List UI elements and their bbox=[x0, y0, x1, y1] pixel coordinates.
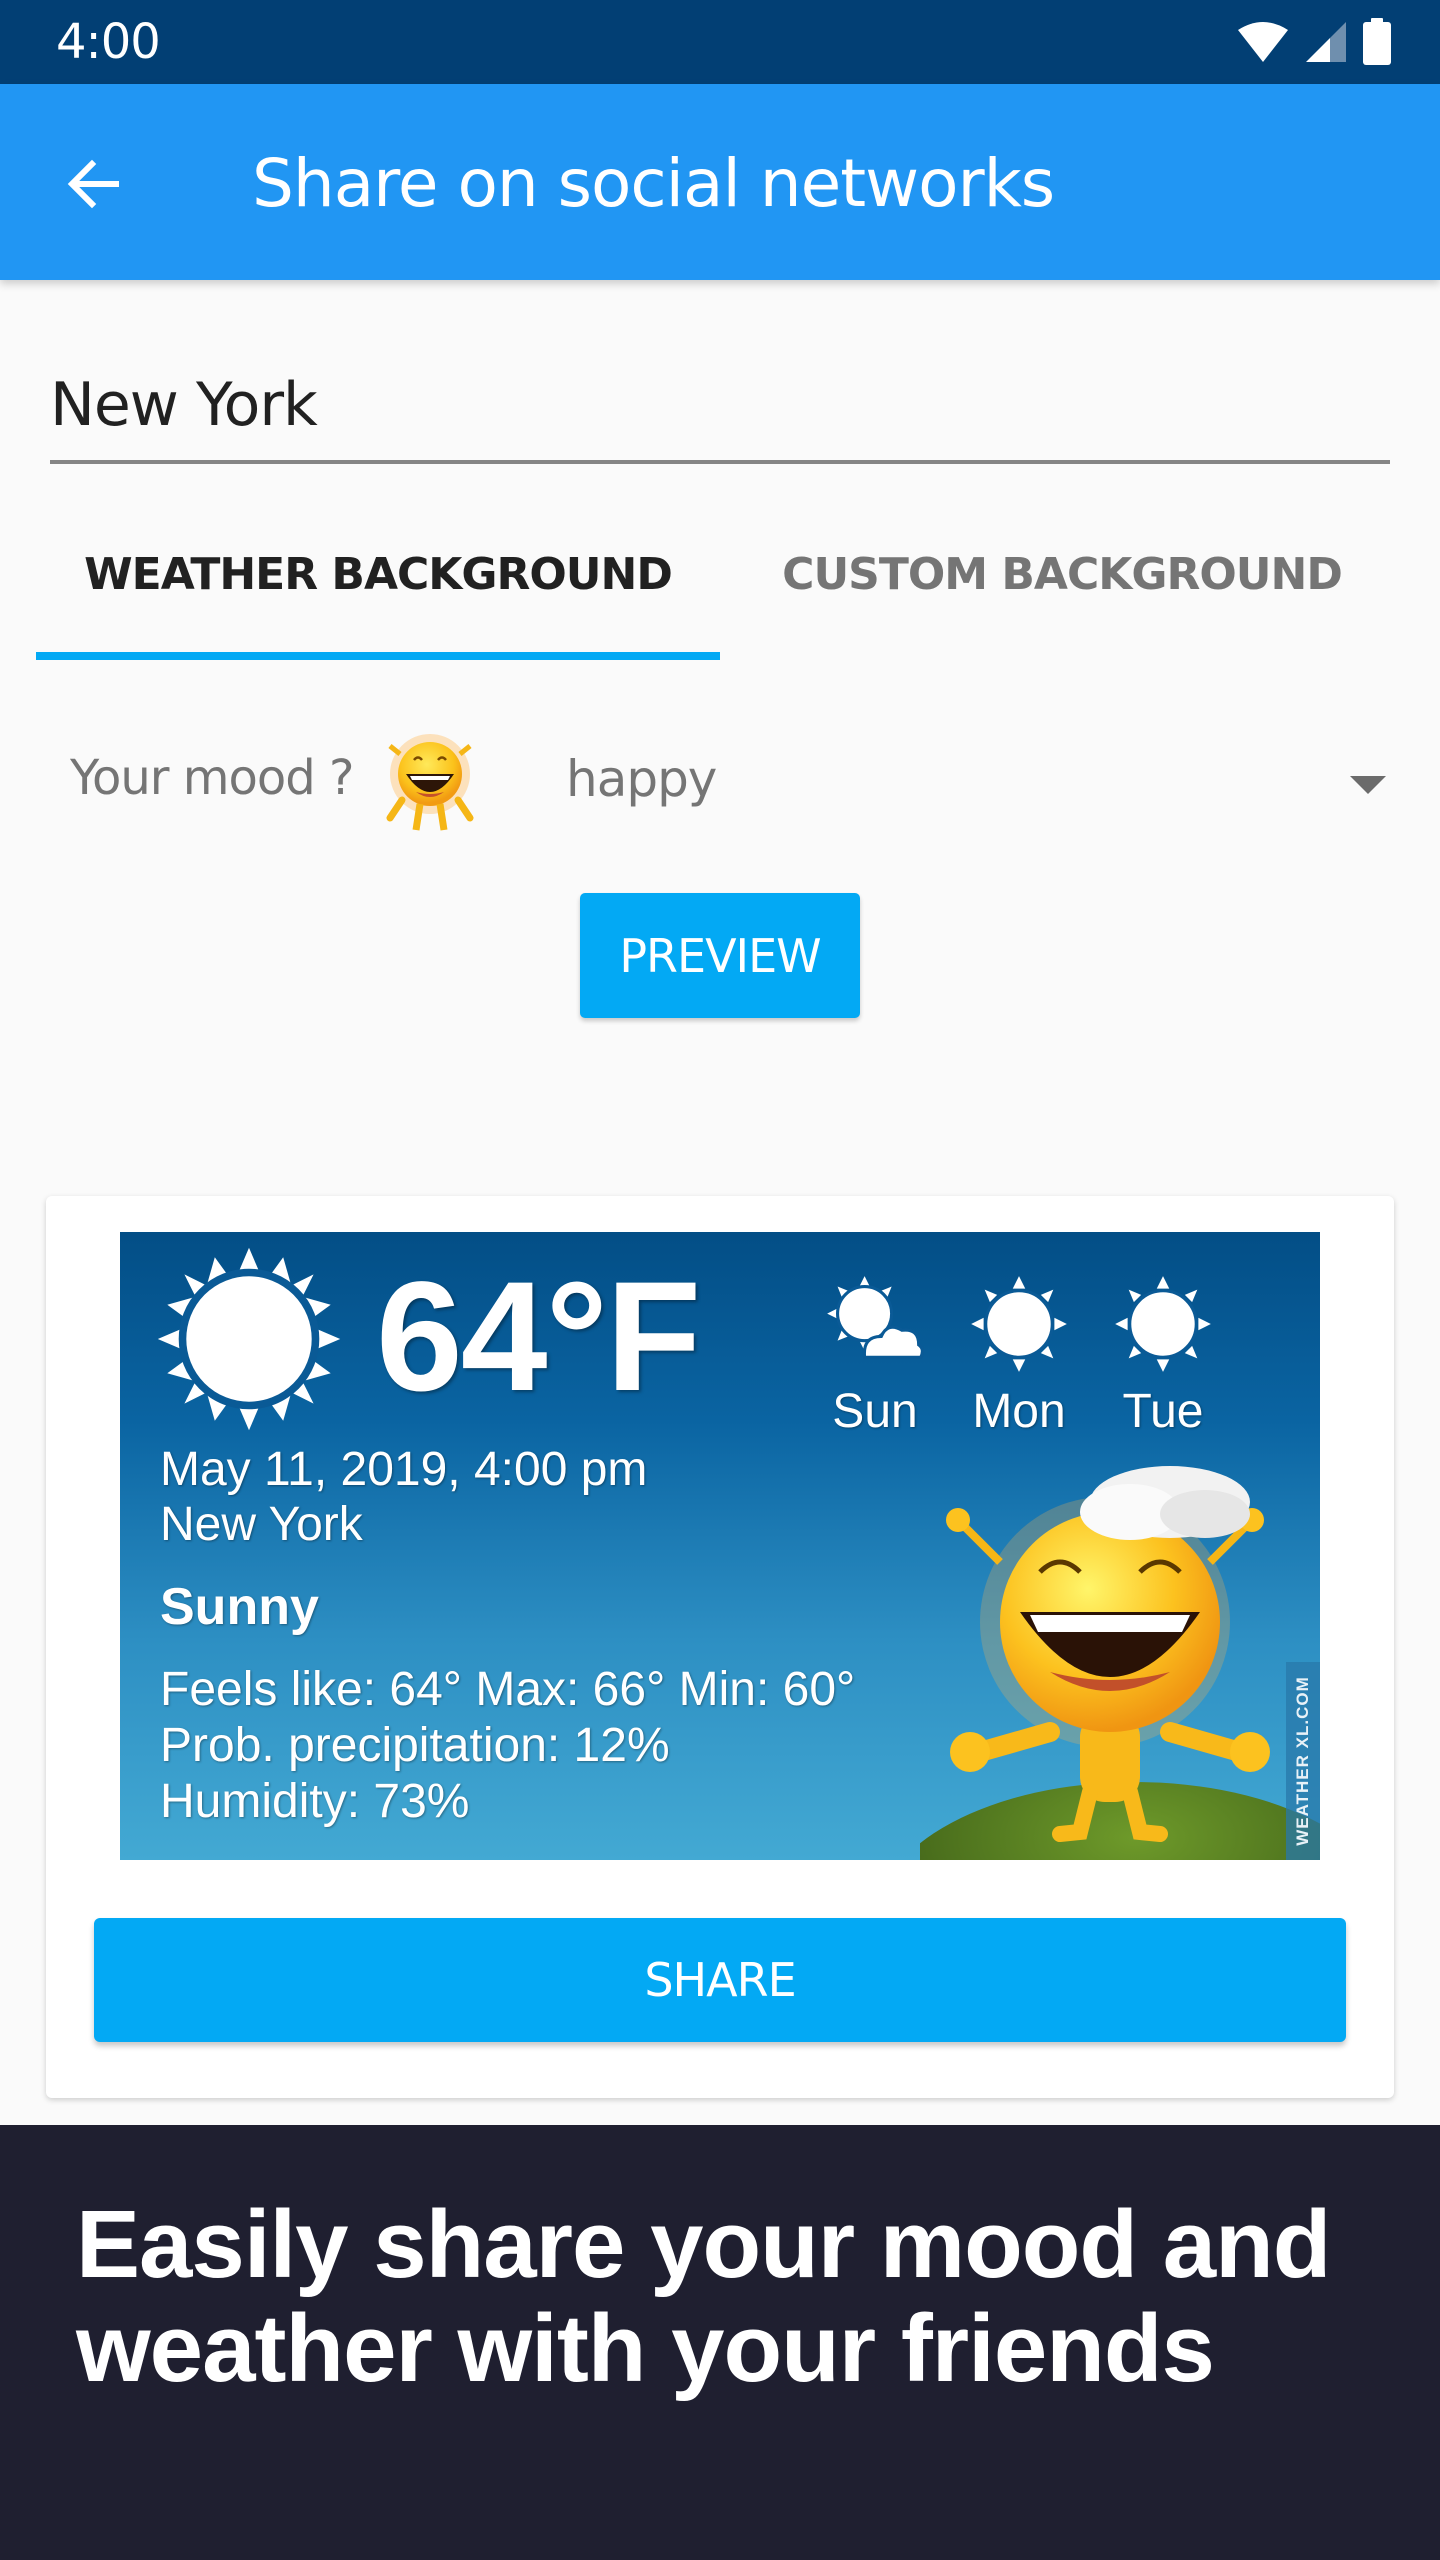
weather-datetime: May 11, 2019, 4:00 pm bbox=[160, 1443, 648, 1496]
forecast-day: Tue bbox=[1108, 1272, 1218, 1439]
forecast-day-label: Mon bbox=[972, 1385, 1066, 1438]
forecast-day-label: Tue bbox=[1122, 1385, 1204, 1438]
sun-icon bbox=[971, 1276, 1067, 1372]
promo-banner: Easily share your mood and weather with … bbox=[0, 2125, 1440, 2560]
weather-detail-humidity: Humidity: 73% bbox=[160, 1775, 470, 1828]
wifi-icon bbox=[1238, 22, 1288, 62]
forecast-day: Mon bbox=[964, 1272, 1074, 1439]
preview-button[interactable]: PREVIEW bbox=[580, 893, 860, 1018]
weather-detail-precip: Prob. precipitation: 12% bbox=[160, 1719, 670, 1772]
brand-watermark: WEATHER XL.COM bbox=[1286, 1662, 1320, 1860]
promo-headline: Easily share your mood and weather with … bbox=[76, 2191, 1331, 2402]
sun-icon bbox=[1115, 1276, 1211, 1372]
mood-dropdown[interactable]: happy bbox=[566, 730, 1386, 840]
battery-icon bbox=[1363, 18, 1391, 65]
sun-icon bbox=[157, 1247, 341, 1431]
status-time: 4:00 bbox=[56, 14, 161, 70]
app-bar: Share on social networks bbox=[0, 84, 1440, 280]
weather-detail-feels: Feels like: 64° Max: 66° Min: 60° bbox=[160, 1663, 856, 1716]
mood-row: Your mood ? happy bbox=[70, 730, 1386, 840]
brand-text: WEATHER XL.COM bbox=[1293, 1676, 1312, 1846]
city-field bbox=[50, 360, 1390, 464]
tab-custom-background[interactable]: CUSTOM BACKGROUND bbox=[720, 520, 1404, 660]
laughing-sun-emoji-icon bbox=[386, 734, 474, 831]
status-icons bbox=[1236, 18, 1392, 66]
tab-label: CUSTOM BACKGROUND bbox=[782, 549, 1343, 600]
weather-preview-image: 64°F Sun Mon Tue May 11, 2019, 4:00 pm N… bbox=[120, 1232, 1320, 1860]
status-bar: 4:00 bbox=[0, 0, 1440, 84]
city-input[interactable] bbox=[50, 360, 1390, 450]
back-button[interactable] bbox=[64, 154, 124, 214]
forecast-strip: Sun Mon Tue bbox=[820, 1272, 1218, 1439]
forecast-day-label: Sun bbox=[832, 1385, 918, 1438]
partly-cloudy-icon bbox=[827, 1276, 924, 1359]
arrow-back-icon bbox=[67, 159, 119, 209]
tab-label: WEATHER BACKGROUND bbox=[84, 549, 673, 600]
forecast-day: Sun bbox=[820, 1272, 930, 1439]
page-title: Share on social networks bbox=[252, 145, 1055, 222]
cellular-signal-icon bbox=[1306, 22, 1346, 62]
background-tabs: WEATHER BACKGROUND CUSTOM BACKGROUND bbox=[36, 520, 1404, 660]
share-button[interactable]: SHARE bbox=[94, 1918, 1346, 2042]
dropdown-arrow-icon bbox=[1350, 776, 1386, 794]
weather-condition: Sunny bbox=[160, 1578, 319, 1636]
city-input-underline bbox=[50, 460, 1390, 464]
mood-label: Your mood ? bbox=[70, 750, 354, 806]
tab-weather-background[interactable]: WEATHER BACKGROUND bbox=[36, 520, 720, 660]
share-preview-card: 64°F Sun Mon Tue May 11, 2019, 4:00 pm N… bbox=[46, 1196, 1394, 2098]
weather-city: New York bbox=[160, 1498, 363, 1551]
active-tab-indicator bbox=[36, 652, 720, 660]
current-temperature: 64°F bbox=[376, 1250, 701, 1424]
mood-dropdown-value: happy bbox=[566, 750, 717, 808]
laughing-sun-mascot bbox=[920, 1466, 1320, 1860]
